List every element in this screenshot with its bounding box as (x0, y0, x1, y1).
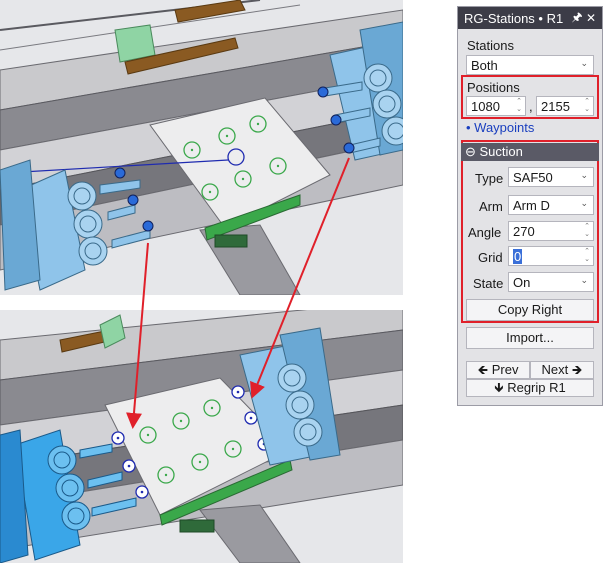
chevron-down-icon: ⌄ (580, 58, 588, 68)
arrow-left-icon: 🡸 (477, 362, 492, 377)
spinner-arrows-icon[interactable]: ⌃ ⌄ (584, 223, 590, 239)
collapse-icon[interactable]: ⊖ (465, 144, 480, 159)
position-y-spinner[interactable]: 2155 ⌃ ⌄ (536, 96, 594, 116)
state-label: State (473, 276, 504, 291)
waypoints-link[interactable]: • Waypoints (466, 120, 534, 135)
bottom-3d-viewport[interactable] (0, 310, 403, 563)
grid-value: 0 (513, 248, 523, 264)
regrip-button[interactable]: 🡻 Regrip R1 (466, 379, 594, 397)
top-scene (0, 0, 403, 295)
regrip-label: Regrip R1 (507, 380, 566, 395)
next-label: Next (541, 362, 569, 377)
arrow-right-icon: 🡺 (568, 362, 583, 377)
spinner-arrows-icon[interactable]: ⌃ ⌄ (516, 98, 522, 114)
position-separator: , (529, 99, 533, 114)
spinner-arrows-icon[interactable]: ⌃ ⌄ (584, 248, 590, 264)
angle-label: Angle (468, 225, 502, 240)
stations-value: Both (471, 57, 498, 73)
suction-section-title: Suction (479, 144, 523, 159)
top-3d-viewport[interactable] (0, 0, 403, 295)
chevron-down-icon: ⌄ (580, 198, 588, 208)
state-select[interactable]: On ⌄ (508, 272, 594, 292)
panel-title: RG-Stations • R1 (464, 10, 564, 26)
position-y-value: 2155 (541, 98, 570, 114)
type-value: SAF50 (513, 169, 553, 185)
grid-spinner[interactable]: 0 ⌃ ⌄ (508, 246, 594, 266)
prev-button[interactable]: 🡸 Prev (466, 361, 530, 379)
arrow-down-icon: 🡻 (494, 380, 508, 395)
import-button[interactable]: Import... (466, 327, 594, 349)
rg-stations-panel: RG-Stations • R1 🖈 ✕ Stations Both ⌄ Pos… (457, 6, 603, 406)
arm-select[interactable]: Arm D ⌄ (508, 195, 594, 215)
position-x-spinner[interactable]: 1080 ⌃ ⌄ (466, 96, 526, 116)
type-select[interactable]: SAF50 ⌄ (508, 167, 594, 187)
bottom-scene (0, 310, 403, 563)
prev-label: Prev (491, 362, 519, 377)
panel-titlebar: RG-Stations • R1 🖈 ✕ (458, 7, 602, 29)
angle-spinner[interactable]: 270 ⌃ ⌄ (508, 221, 594, 241)
stations-label: Stations (467, 38, 514, 53)
next-button[interactable]: Next 🡺 (530, 361, 594, 379)
angle-value: 270 (513, 223, 535, 239)
arm-value: Arm D (513, 197, 550, 213)
state-value: On (513, 274, 531, 290)
chevron-down-icon: ⌄ (580, 275, 588, 285)
positions-label: Positions (467, 80, 520, 95)
spinner-arrows-icon[interactable]: ⌃ ⌄ (584, 98, 590, 114)
stations-select[interactable]: Both ⌄ (466, 55, 594, 75)
type-label: Type (475, 171, 504, 186)
copy-right-button[interactable]: Copy Right (466, 299, 594, 321)
position-x-value: 1080 (471, 98, 500, 114)
arm-label: Arm (479, 199, 503, 214)
chevron-down-icon: ⌄ (580, 170, 588, 180)
pin-icon[interactable]: 🖈 (570, 8, 584, 29)
grid-label: Grid (478, 250, 503, 265)
suction-section-header[interactable]: ⊖ Suction (461, 143, 599, 161)
close-icon[interactable]: ✕ (584, 11, 598, 25)
